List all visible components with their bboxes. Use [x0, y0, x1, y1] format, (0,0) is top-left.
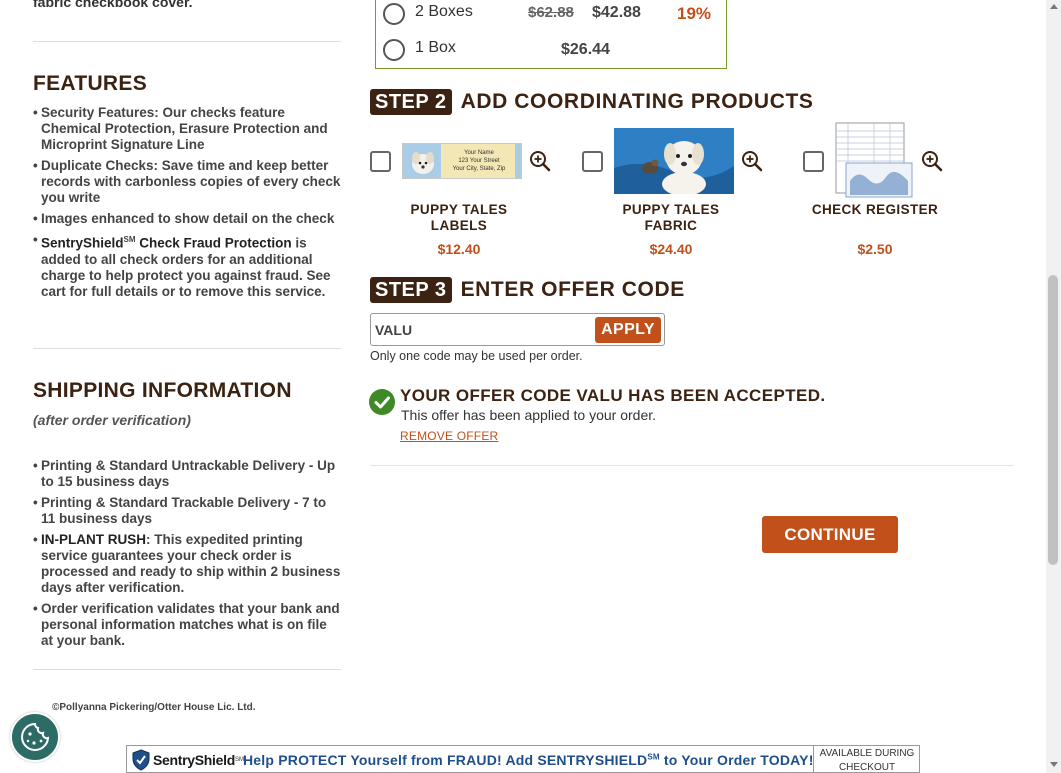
puppy-image	[614, 128, 734, 194]
cookie-icon	[21, 722, 50, 751]
sentryshield-logo: SentryShield SM	[131, 748, 244, 772]
list-item: Images enhanced to show detail on the ch…	[33, 211, 341, 227]
cookie-settings-button[interactable]	[10, 712, 60, 762]
product-name: PUPPY TALES FABRIC	[622, 202, 720, 233]
list-item: Printing & Standard Trackable Delivery -…	[33, 495, 341, 527]
scrollbar-thumb[interactable]	[1048, 275, 1058, 565]
availability-line: AVAILABLE DURING	[819, 748, 915, 759]
old-price: $62.88	[528, 4, 574, 21]
register-image	[835, 122, 913, 198]
divider	[370, 465, 1014, 466]
product-price: $2.50	[857, 241, 893, 257]
scroll-up-icon[interactable]	[1050, 4, 1058, 9]
shipping-subtitle: (after order verification)	[33, 412, 191, 428]
offer-accepted-title: YOUR OFFER CODE VALU HAS BEEN ACCEPTED.	[400, 386, 826, 405]
sentry-name: SentryShield	[41, 235, 124, 251]
apply-button[interactable]: APPLY	[595, 317, 661, 343]
zoom-in-icon[interactable]	[741, 150, 763, 172]
check-circle-icon	[369, 389, 395, 415]
step-2-header: STEP 2 ADD COORDINATING PRODUCTS	[370, 89, 814, 115]
sentryshield-banner[interactable]: SentryShield SM Help PROTECT Yourself fr…	[126, 745, 920, 773]
radio-button[interactable]	[383, 3, 405, 25]
product-price: $24.40	[649, 241, 693, 257]
service-mark: SM	[123, 235, 136, 244]
product-name: PUPPY TALES LABELS	[410, 202, 508, 233]
service-mark: SM	[647, 752, 660, 762]
zoom-in-icon[interactable]	[529, 150, 551, 172]
list-item: IN-PLANT RUSH: This expedited printing s…	[33, 532, 341, 596]
banner-message-tail: to Your Order TODAY!	[659, 752, 814, 768]
features-list: Security Features: Our checks feature Ch…	[33, 105, 341, 305]
label-line: Your City, State, Zip	[452, 166, 506, 172]
product-name: CHECK REGISTER	[811, 202, 939, 217]
banner-message: Help PROTECT Yourself from FRAUD! Add SE…	[243, 752, 814, 768]
shield-icon	[132, 749, 150, 771]
fabric-thumbnail[interactable]	[614, 128, 734, 194]
product-price: $12.40	[437, 241, 481, 257]
scroll-down-icon[interactable]	[1050, 762, 1058, 767]
offer-accepted-message: This offer has been applied to your orde…	[401, 407, 657, 423]
price: $26.44	[561, 41, 610, 58]
radio-button[interactable]	[383, 39, 405, 61]
zoom-in-icon[interactable]	[921, 150, 943, 172]
banner-availability: AVAILABLE DURING CHECKOUT	[813, 746, 919, 773]
rush-label: IN-PLANT RUSH	[41, 532, 146, 547]
labels-thumbnail[interactable]: Your Name 123 Your Street Your City, Sta…	[402, 143, 522, 179]
offer-code-form: APPLY	[370, 313, 665, 346]
banner-message-text: Help PROTECT Yourself from FRAUD! Add SE…	[243, 752, 648, 768]
divider	[33, 348, 341, 349]
availability-line: CHECKOUT	[838, 762, 896, 773]
step-badge: STEP 2	[370, 89, 452, 115]
price: $42.88	[592, 4, 641, 21]
label-line: 123 Your Street	[458, 158, 500, 164]
quantity-option-2-boxes[interactable]: 2 Boxes $62.88 $42.88 19%	[383, 2, 711, 26]
checkbox-puppy-tales-labels[interactable]	[370, 151, 391, 172]
savings-percent: 19%	[677, 4, 712, 23]
label-line: Your Name	[464, 150, 494, 156]
divider	[33, 669, 341, 670]
quantity-option-1-box[interactable]: 1 Box $26.44	[383, 38, 610, 62]
divider	[33, 41, 341, 42]
checkbox-check-register[interactable]	[803, 151, 824, 172]
list-item: SentryShieldSM Check Fraud Protection is…	[33, 232, 341, 300]
offer-code-input[interactable]	[375, 320, 585, 340]
intro-text: fabric checkbook cover.	[33, 0, 193, 10]
step-title: ADD COORDINATING PRODUCTS	[460, 90, 814, 113]
checkbox-puppy-tales-fabric[interactable]	[582, 151, 603, 172]
list-item: Order verification validates that your b…	[33, 601, 341, 649]
sentry-title: Check Fraud Protection	[135, 235, 292, 251]
step-title: ENTER OFFER CODE	[460, 278, 685, 301]
logo-name: SentryShield	[153, 752, 235, 768]
list-item: Security Features: Our checks feature Ch…	[33, 105, 341, 153]
list-item: Printing & Standard Untrackable Delivery…	[33, 458, 341, 490]
copyright: ©Pollyanna Pickering/Otter House Lic. Lt…	[52, 702, 256, 713]
step-badge: STEP 3	[370, 277, 452, 303]
quantity-label: 2 Boxes	[415, 3, 473, 20]
remove-offer-link[interactable]: REMOVE OFFER	[400, 429, 498, 443]
step-3-header: STEP 3 ENTER OFFER CODE	[370, 277, 685, 303]
shipping-heading: SHIPPING INFORMATION	[33, 379, 292, 402]
register-thumbnail[interactable]	[834, 121, 914, 201]
features-heading: FEATURES	[33, 72, 148, 95]
offer-note: Only one code may be used per order.	[370, 349, 583, 363]
list-item: Duplicate Checks: Save time and keep bet…	[33, 158, 341, 206]
continue-button[interactable]: CONTINUE	[762, 516, 898, 553]
shipping-list: Printing & Standard Untrackable Delivery…	[33, 458, 341, 654]
quantity-label: 1 Box	[415, 39, 456, 56]
